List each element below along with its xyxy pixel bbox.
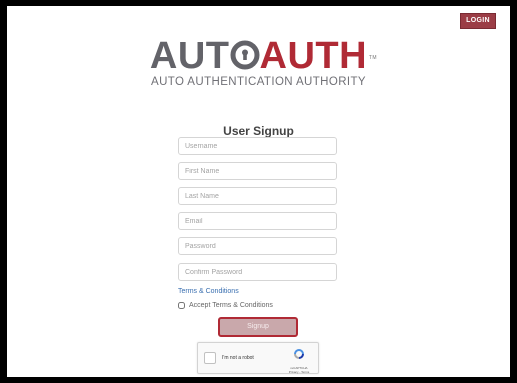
terms-link[interactable]: Terms & Conditions <box>178 288 239 295</box>
logo-tagline: AUTO AUTHENTICATION AUTHORITY <box>151 76 366 88</box>
accept-terms-label: Accept Terms & Conditions <box>189 302 273 309</box>
page-frame: LOGIN AUT AUTH TM AUTO AUTHENTICATION AU… <box>7 6 510 377</box>
accept-terms-checkbox[interactable] <box>178 302 185 309</box>
recaptcha-label: I'm not a robot <box>222 355 254 361</box>
signup-button[interactable]: Signup <box>218 317 298 337</box>
username-field[interactable] <box>178 137 337 155</box>
password-field[interactable] <box>178 237 337 255</box>
recaptcha-icon <box>294 349 304 359</box>
recaptcha-links[interactable]: Privacy - Terms <box>286 370 312 374</box>
accept-terms-row: Accept Terms & Conditions <box>178 302 273 309</box>
logo-wordmark: AUT AUTH TM <box>149 35 377 77</box>
last-name-field[interactable] <box>178 187 337 205</box>
logo: AUT AUTH TM AUTO AUTHENTICATION AUTHORIT… <box>7 37 510 88</box>
recaptcha-widget: I'm not a robot reCAPTCHA Privacy - Term… <box>197 342 319 374</box>
lock-keyhole-icon <box>230 40 260 70</box>
login-button[interactable]: LOGIN <box>460 13 496 29</box>
logo-trademark: TM <box>368 55 378 61</box>
confirm-password-field[interactable] <box>178 263 337 281</box>
email-field[interactable] <box>178 212 337 230</box>
recaptcha-logo: reCAPTCHA Privacy - Terms <box>286 347 312 374</box>
first-name-field[interactable] <box>178 162 337 180</box>
recaptcha-checkbox[interactable] <box>204 352 216 364</box>
logo-text-left: AUT <box>149 35 230 77</box>
form-title: User Signup <box>223 124 294 138</box>
logo-text-right: AUTH <box>259 35 368 77</box>
